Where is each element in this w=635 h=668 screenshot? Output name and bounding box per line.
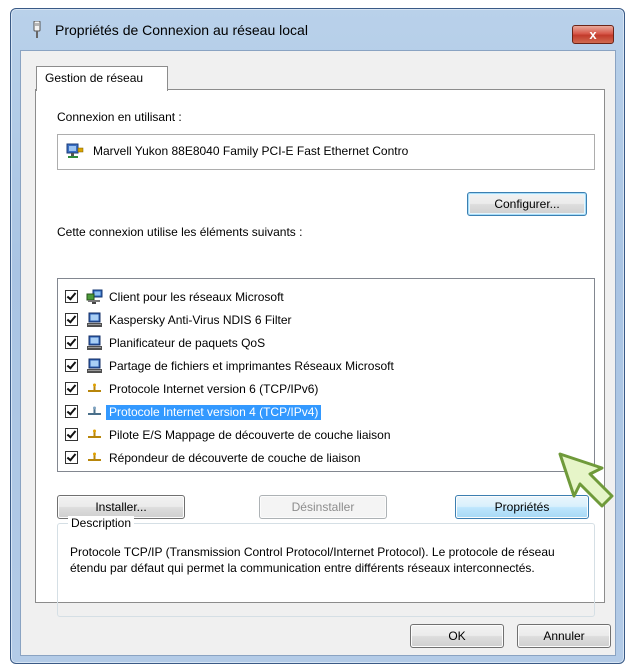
close-button[interactable]: x [572,25,614,44]
list-item[interactable]: Kaspersky Anti-Virus NDIS 6 Filter [58,309,588,332]
list-item[interactable]: Partage de fichiers et imprimantes Résea… [58,355,588,378]
list-item[interactable]: Pilote E/S Mappage de découverte de couc… [58,424,588,447]
list-item[interactable]: Client pour les réseaux Microsoft [58,286,588,309]
item-checkbox[interactable] [65,451,78,464]
list-item[interactable]: Protocole Internet version 6 (TCP/IPv6) [58,378,588,401]
window-title: Propriétés de Connexion au réseau local [55,22,308,38]
item-checkbox[interactable] [65,428,78,441]
list-item[interactable]: Planificateur de paquets QoS [58,332,588,355]
properties-dialog: Propriétés de Connexion au réseau local … [10,8,625,664]
ok-button[interactable]: OK [410,624,504,648]
item-label: Pilote E/S Mappage de découverte de couc… [109,428,391,442]
item-label: Protocole Internet version 4 (TCP/IPv4) [106,405,322,420]
dialog-body: Gestion de réseau Connexion en utilisant… [20,50,616,656]
item-label: Kaspersky Anti-Virus NDIS 6 Filter [109,313,292,327]
uninstall-button[interactable]: Désinstaller [259,495,387,519]
service-icon [87,335,102,350]
components-list[interactable]: Client pour les réseaux Microsoft Kasper… [57,278,595,472]
protocol-icon [88,406,101,415]
connect-using-label: Connexion en utilisant : [57,110,182,124]
network-connection-icon [33,21,41,38]
item-checkbox[interactable] [65,313,78,326]
tab-gestion-de-reseau[interactable]: Gestion de réseau [36,66,168,91]
adapter-field: Marvell Yukon 88E8040 Family PCI-E Fast … [57,134,595,170]
protocol-icon [88,383,101,392]
item-checkbox[interactable] [65,336,78,349]
item-label: Planificateur de paquets QoS [109,336,266,350]
protocol-icon [88,452,101,461]
configure-button[interactable]: Configurer... [467,192,587,216]
service-icon [87,358,102,373]
pointer-cursor-icon [558,452,614,508]
list-item[interactable]: Protocole Internet version 4 (TCP/IPv4) [58,401,588,424]
cancel-button[interactable]: Annuler [517,624,611,648]
item-checkbox[interactable] [65,359,78,372]
adapter-name: Marvell Yukon 88E8040 Family PCI-E Fast … [93,144,409,158]
description-group: Description Protocole TCP/IP (Transmissi… [57,516,595,617]
item-checkbox[interactable] [65,382,78,395]
item-checkbox[interactable] [65,405,78,418]
components-label: Cette connexion utilise les éléments sui… [57,225,303,239]
item-label: Protocole Internet version 6 (TCP/IPv6) [109,382,319,396]
tab-panel: Connexion en utilisant : Marvell Yukon 8… [35,89,605,617]
item-checkbox[interactable] [65,290,78,303]
item-label: Partage de fichiers et imprimantes Résea… [109,359,394,373]
network-client-icon [86,289,103,304]
network-adapter-icon [66,143,84,158]
item-label: Client pour les réseaux Microsoft [109,290,284,304]
service-icon [87,312,102,327]
description-text: Protocole TCP/IP (Transmission Control P… [70,545,555,575]
description-legend: Description [68,516,135,530]
item-label: Répondeur de découverte de couche de lia… [109,451,361,465]
title-bar[interactable]: Propriétés de Connexion au réseau local … [11,9,624,44]
protocol-icon [88,429,101,438]
list-item[interactable]: Répondeur de découverte de couche de lia… [58,447,588,470]
desktop-background [0,0,10,668]
